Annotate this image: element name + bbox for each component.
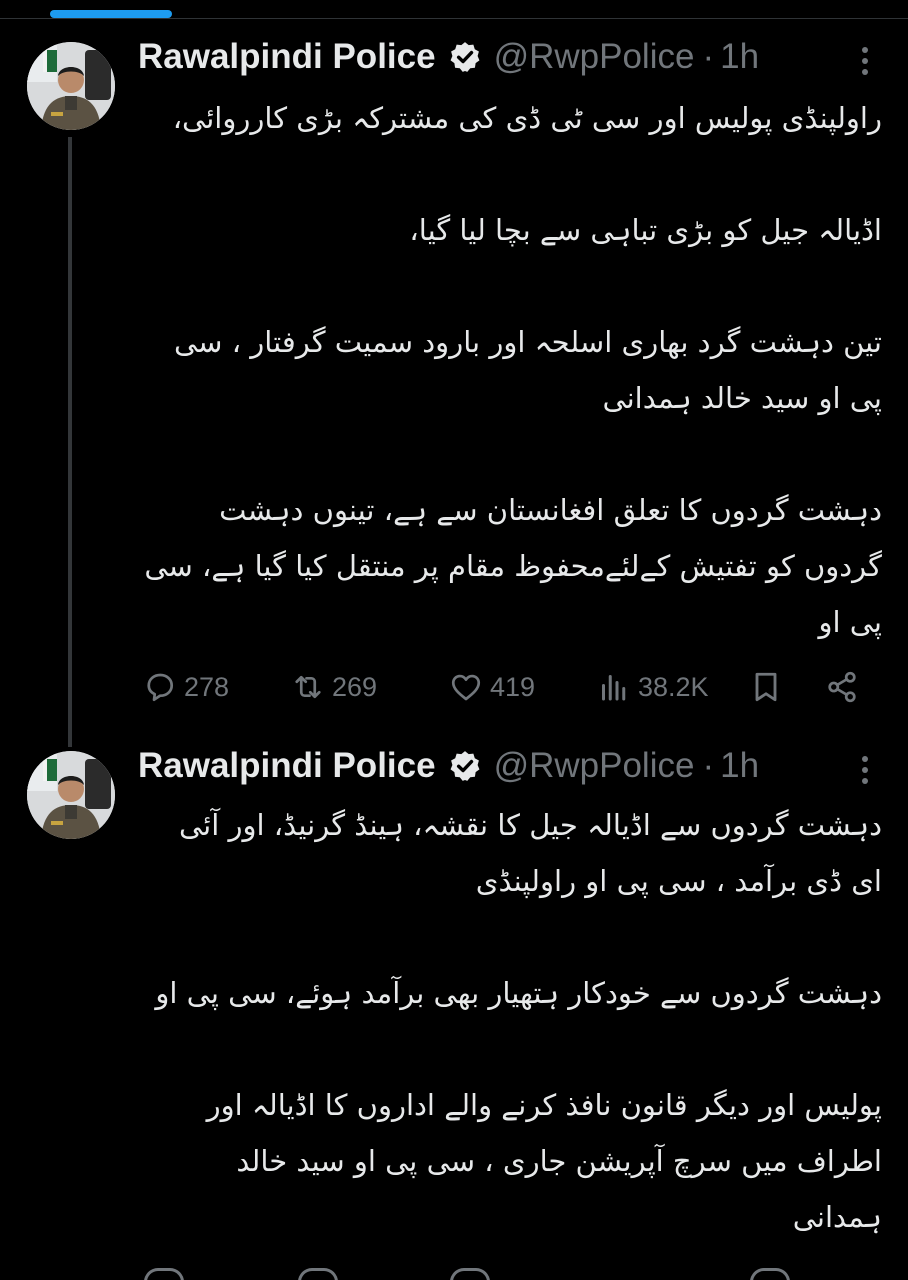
separator-dot: · (702, 37, 715, 76)
bookmark-icon[interactable] (750, 1268, 790, 1280)
tweet-paragraph: دہشت گردوں سے اڈیالہ جیل کا نقشہ، ہینڈ گ… (179, 808, 882, 898)
verified-badge-icon (450, 751, 480, 781)
author-name[interactable]: Rawalpindi Police (138, 746, 436, 786)
repost-count: 269 (332, 671, 378, 702)
more-options-icon[interactable] (850, 752, 880, 788)
author-handle[interactable]: @RwpPolice (494, 746, 695, 786)
share-icon (828, 671, 856, 703)
reply-button[interactable]: 278 (142, 662, 229, 712)
heart-icon (451, 674, 481, 701)
tweet-paragraph: راولپنڈی پولیس اور سی ٹی ڈی کی مشترکہ بڑ… (172, 101, 882, 135)
thread-connector-line (68, 137, 72, 747)
tweet-text: راولپنڈی پولیس اور سی ٹی ڈی کی مشترکہ بڑ… (140, 90, 882, 650)
avatar-image (27, 42, 115, 130)
bookmark-button[interactable] (748, 662, 790, 712)
verified-badge-icon (450, 42, 480, 72)
tweet-text: دہشت گردوں سے اڈیالہ جیل کا نقشہ، ہینڈ گ… (140, 797, 882, 1245)
tweet-paragraph: اڈیالہ جیل کو بڑی تباہی سے بچا لیا گیا، (409, 213, 882, 247)
separator-dot: · (702, 746, 715, 785)
avatar[interactable] (27, 42, 115, 130)
more-options-icon[interactable] (850, 43, 880, 79)
tweet-header: Rawalpindi Police @RwpPolice · 1h (138, 743, 759, 789)
reply-icon (147, 673, 174, 702)
active-tab-indicator (50, 10, 172, 18)
tweet-paragraph: پولیس اور دیگر قانون نافذ کرنے والے ادار… (206, 1088, 882, 1234)
tweet-header: Rawalpindi Police @RwpPolice · 1h (138, 34, 759, 80)
repost-icon[interactable] (298, 1268, 338, 1280)
reply-count: 278 (184, 671, 230, 702)
like-button[interactable]: 419 (448, 662, 535, 712)
bookmark-icon (755, 672, 777, 702)
views-button[interactable]: 38.2K (596, 662, 709, 712)
heart-icon[interactable] (450, 1268, 490, 1280)
analytics-icon (602, 675, 626, 701)
avatar[interactable] (27, 751, 115, 839)
like-count: 419 (490, 671, 536, 702)
author-handle[interactable]: @RwpPolice (494, 37, 695, 77)
tweet-paragraph: دہشت گردوں کا تعلق افغانستان سے ہے، تینو… (144, 493, 882, 639)
tweet-paragraph: تین دہشت گرد بھاری اسلحہ اور بارود سمیت … (174, 325, 882, 415)
repost-icon (295, 675, 321, 699)
author-name[interactable]: Rawalpindi Police (138, 37, 436, 77)
avatar-image (27, 751, 115, 839)
view-count: 38.2K (638, 671, 709, 702)
timestamp[interactable]: 1h (720, 746, 759, 786)
tweet-paragraph: دہشت گردوں سے خودکار ہتھیار بھی برآمد ہو… (155, 976, 882, 1010)
reply-icon[interactable] (144, 1268, 184, 1280)
repost-button[interactable]: 269 (290, 662, 377, 712)
tweet-2-actions-partial (138, 1268, 882, 1280)
divider (0, 18, 908, 19)
timestamp[interactable]: 1h (720, 37, 759, 77)
timeline: Rawalpindi Police @RwpPolice · 1h راولپن… (0, 0, 908, 1280)
share-button[interactable] (824, 662, 866, 712)
tweet-actions: 278 269 419 38.2K (138, 662, 882, 712)
